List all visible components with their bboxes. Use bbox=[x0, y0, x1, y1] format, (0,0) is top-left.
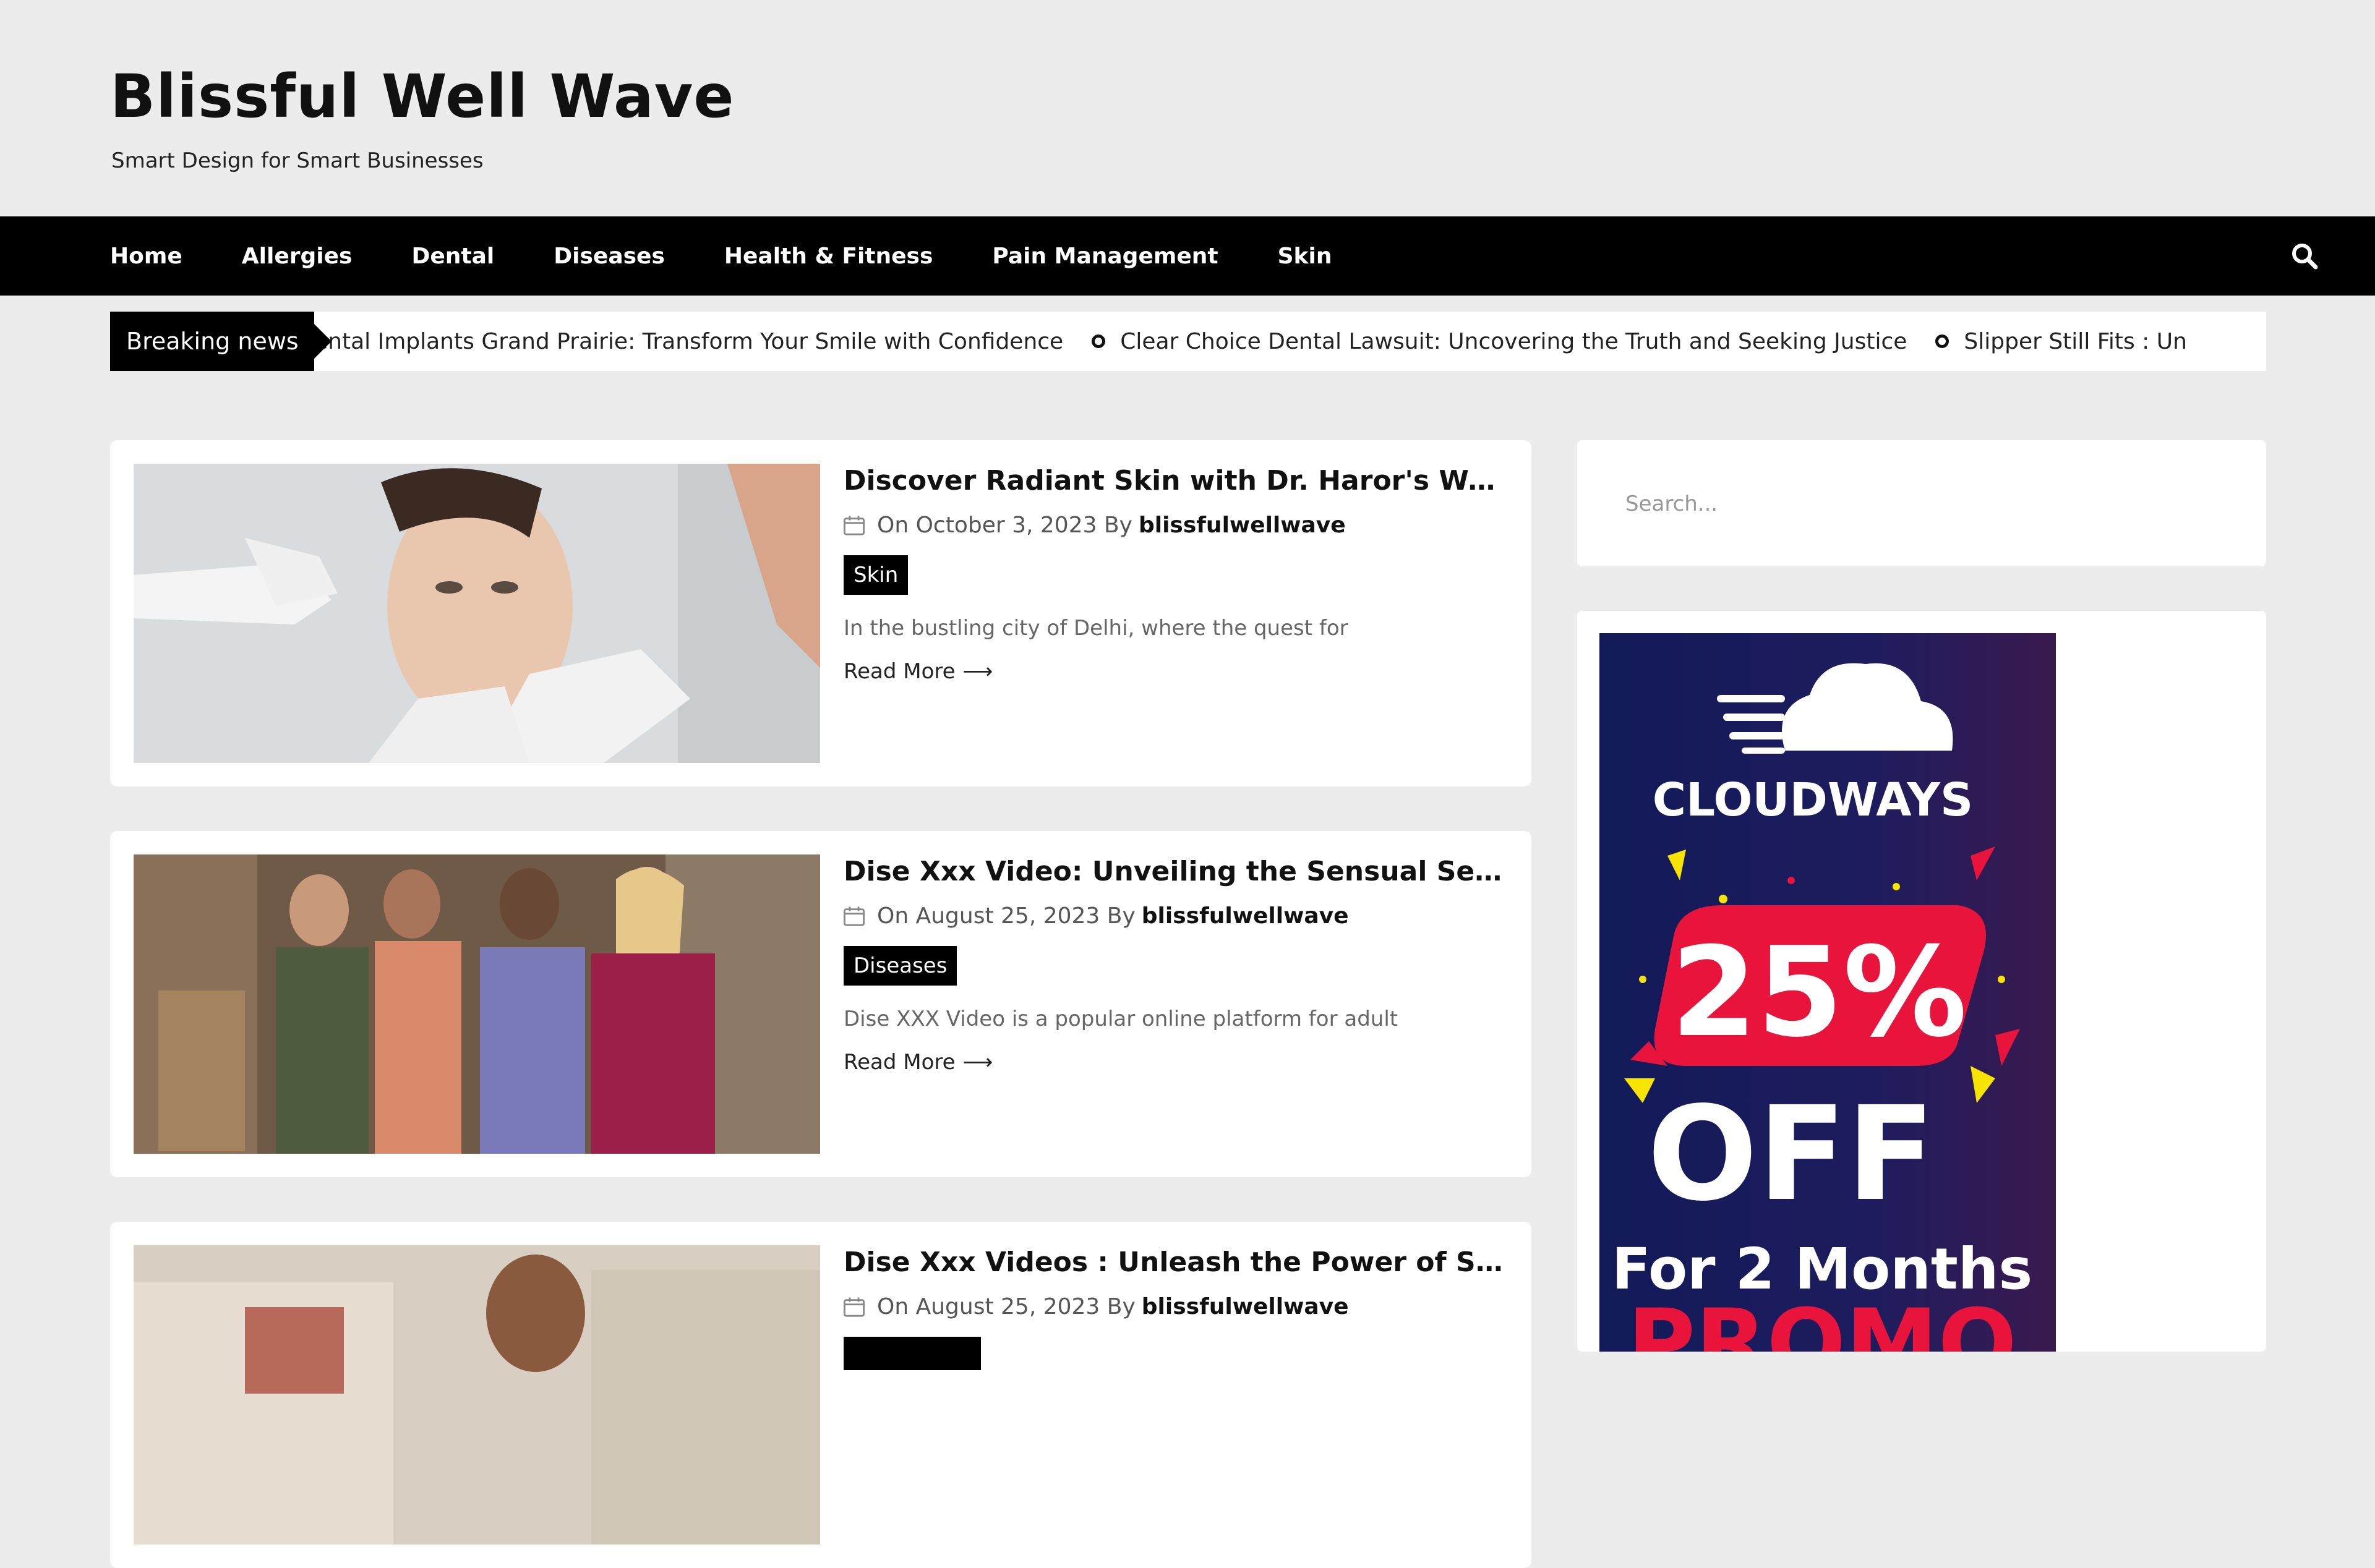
post-card: Dise Xxx Video: Unveiling the Sensual Se… bbox=[110, 831, 1531, 1177]
calendar-icon bbox=[844, 1297, 865, 1317]
arrow-right-icon: ⟶ bbox=[962, 1050, 993, 1075]
nav-item-home[interactable]: Home bbox=[110, 244, 182, 269]
main-nav: Home Allergies Dental Diseases Health & … bbox=[0, 216, 2375, 296]
nav-menu: Home Allergies Dental Diseases Health & … bbox=[110, 216, 1391, 296]
circle-icon bbox=[1935, 334, 1949, 348]
ticker-item[interactable]: Slipper Still Fits : Un bbox=[1935, 329, 2187, 354]
search-widget bbox=[1577, 440, 2266, 566]
post-body: Dise Xxx Video: Unveiling the Sensual Se… bbox=[844, 856, 1512, 1075]
post-date: On October 3, 2023 By bbox=[877, 513, 1132, 538]
post-title[interactable]: Discover Radiant Skin with Dr. Haror's W… bbox=[844, 465, 1512, 496]
post-thumbnail[interactable] bbox=[134, 854, 820, 1154]
post-title[interactable]: Dise Xxx Videos : Unleash the Power of S… bbox=[844, 1246, 1512, 1278]
post-card: Discover Radiant Skin with Dr. Haror's W… bbox=[110, 440, 1531, 786]
post-meta: On August 25, 2023 By blissfulwellwave bbox=[844, 903, 1512, 929]
nav-item-health-fitness[interactable]: Health & Fitness bbox=[724, 244, 933, 269]
calendar-icon bbox=[844, 906, 865, 926]
category-badge[interactable]: Skin bbox=[844, 555, 909, 595]
read-more-label: Read More bbox=[844, 659, 956, 684]
post-body: Dise Xxx Videos : Unleash the Power of S… bbox=[844, 1246, 1512, 1373]
post-author[interactable]: blissfulwellwave bbox=[1142, 1294, 1349, 1319]
post-author[interactable]: blissfulwellwave bbox=[1142, 903, 1349, 929]
ticker-item-text: ental Implants Grand Prairie: Transform … bbox=[314, 328, 1064, 354]
post-card: Dise Xxx Videos : Unleash the Power of S… bbox=[110, 1222, 1531, 1568]
breaking-news-bar: Breaking news ental Implants Grand Prair… bbox=[110, 312, 2266, 371]
category-badge[interactable] bbox=[844, 1337, 981, 1370]
post-meta: On August 25, 2023 By blissfulwellwave bbox=[844, 1294, 1512, 1319]
search-icon[interactable] bbox=[2290, 241, 2319, 271]
read-more-link[interactable]: Read More ⟶ bbox=[844, 659, 1512, 684]
read-more-link[interactable]: Read More ⟶ bbox=[844, 1050, 1512, 1075]
ticker-item[interactable]: Clear Choice Dental Lawsuit: Uncovering … bbox=[1092, 329, 1907, 354]
nav-item-pain-management[interactable]: Pain Management bbox=[992, 244, 1218, 269]
news-ticker: ental Implants Grand Prairie: Transform … bbox=[314, 312, 2215, 371]
read-more-label: Read More bbox=[844, 1050, 956, 1075]
breaking-news-label: Breaking news bbox=[110, 312, 332, 371]
post-author[interactable]: blissfulwellwave bbox=[1139, 513, 1346, 538]
ad-off: OFF bbox=[1647, 1078, 1935, 1230]
ad-discount: 25% bbox=[1671, 921, 1967, 1065]
calendar-icon bbox=[844, 515, 865, 535]
post-excerpt: Dise XXX Video is a popular online platf… bbox=[844, 1007, 1398, 1031]
ticker-item[interactable]: ental Implants Grand Prairie: Transform … bbox=[314, 329, 1063, 354]
site-tagline: Smart Design for Smart Businesses bbox=[111, 148, 484, 173]
post-date: On August 25, 2023 By bbox=[877, 903, 1136, 929]
nav-item-diseases[interactable]: Diseases bbox=[554, 244, 665, 269]
ticker-item-text: Clear Choice Dental Lawsuit: Uncovering … bbox=[1120, 328, 1907, 354]
ad-widget: CLOUDWAYS 25% OFF For 2 Months PROMO bbox=[1577, 611, 2266, 1352]
ad-brand: CLOUDWAYS bbox=[1653, 773, 1974, 827]
ticker-item-text: Slipper Still Fits : Un bbox=[1964, 328, 2187, 354]
search-input[interactable] bbox=[1624, 486, 2183, 522]
post-thumbnail[interactable] bbox=[134, 1245, 820, 1545]
post-date: On August 25, 2023 By bbox=[877, 1294, 1136, 1319]
circle-icon bbox=[1092, 334, 1106, 348]
post-meta: On October 3, 2023 By blissfulwellwave bbox=[844, 513, 1512, 538]
ad-promo: PROMO bbox=[1627, 1290, 2017, 1352]
ad-banner[interactable]: CLOUDWAYS 25% OFF For 2 Months PROMO bbox=[1599, 633, 2056, 1352]
arrow-right-icon: ⟶ bbox=[962, 659, 993, 684]
post-thumbnail[interactable] bbox=[134, 464, 820, 763]
post-excerpt: In the bustling city of Delhi, where the… bbox=[844, 616, 1348, 641]
site-header: Blissful Well Wave Smart Design for Smar… bbox=[0, 0, 2375, 213]
category-badge[interactable]: Diseases bbox=[844, 946, 957, 986]
site-title[interactable]: Blissful Well Wave bbox=[110, 62, 734, 131]
post-title[interactable]: Dise Xxx Video: Unveiling the Sensual Se… bbox=[844, 856, 1512, 887]
post-body: Discover Radiant Skin with Dr. Haror's W… bbox=[844, 465, 1512, 684]
nav-item-dental[interactable]: Dental bbox=[411, 244, 494, 269]
nav-item-skin[interactable]: Skin bbox=[1278, 244, 1332, 269]
nav-item-allergies[interactable]: Allergies bbox=[242, 244, 353, 269]
